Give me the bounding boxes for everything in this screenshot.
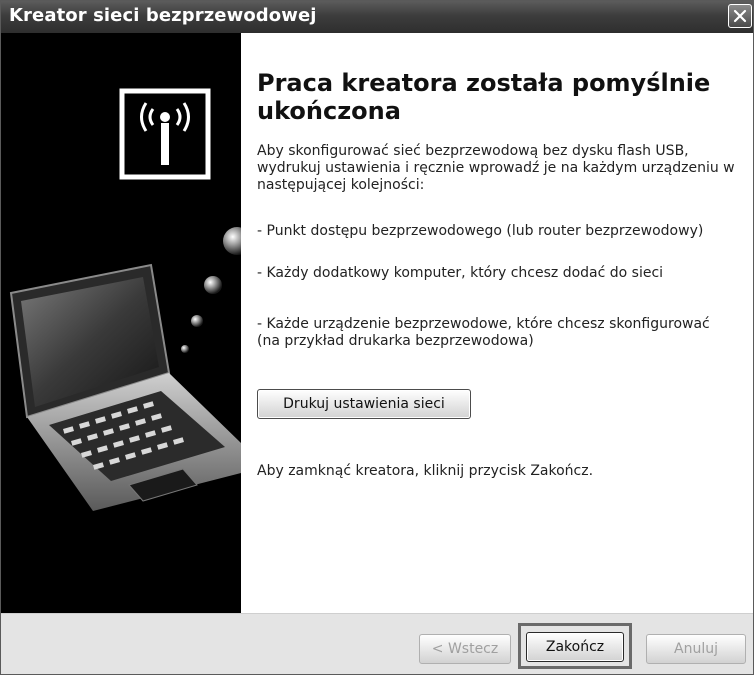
finish-button[interactable]: Zakończ [526,632,624,662]
wizard-content: Praca kreatora została pomyślnie ukończo… [241,33,753,613]
cancel-button[interactable]: Anuluj [646,634,746,664]
laptop-illustration [9,263,241,511]
step-computer: - Każdy dodatkowy komputer, który chcesz… [257,265,664,281]
closing-text: Aby zamknąć kreatora, kliknij przycisk Z… [257,463,594,479]
close-button[interactable] [728,4,752,28]
title-bar[interactable]: Kreator sieci bezprzewodowej [1,1,753,33]
window-title: Kreator sieci bezprzewodowej [9,5,317,26]
sidebar-artwork [9,88,241,511]
wireless-antenna-icon [119,88,211,180]
print-network-settings-button[interactable]: Drukuj ustawienia sieci [257,389,471,419]
wizard-sidebar-illustration [1,33,241,613]
decorative-orbs [181,227,241,353]
wizard-window: Kreator sieci bezprzewodowej Praca kreat… [0,0,754,675]
close-icon [733,9,747,23]
page-title: Praca kreatora została pomyślnie ukończo… [257,69,711,125]
back-button[interactable]: < Wstecz [419,634,511,664]
step-access-point: - Punkt dostępu bezprzewodowego (lub rou… [257,223,704,239]
wizard-footer: < Wstecz Zakończ Anuluj [1,613,753,674]
step-wireless-device: - Każde urządzenie bezprzewodowe, które … [257,316,710,349]
intro-text: Aby skonfigurować sieć bezprzewodową bez… [257,143,735,193]
